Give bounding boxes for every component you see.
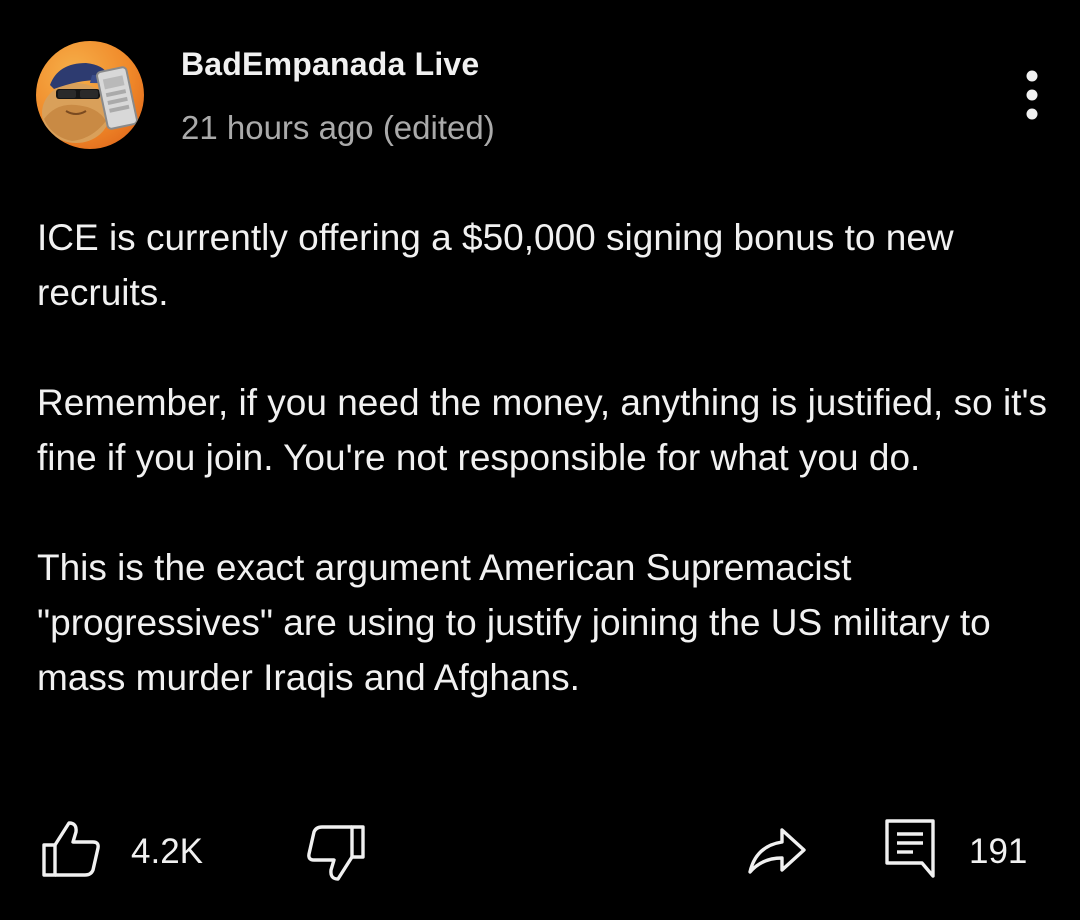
more-options-button[interactable] <box>1008 66 1056 124</box>
post-paragraph: Remember, if you need the money, anythin… <box>37 382 1048 478</box>
dislike-button[interactable] <box>305 822 367 884</box>
channel-avatar[interactable] <box>36 41 144 149</box>
comment-icon <box>885 819 935 878</box>
like-icon <box>42 821 100 877</box>
community-post: BadEmpanada Live 21 hours ago (edited) I… <box>0 0 1080 920</box>
like-button[interactable] <box>40 818 102 880</box>
comments-button[interactable] <box>884 818 936 880</box>
post-body: ICE is currently offering a $50,000 sign… <box>37 210 1047 705</box>
share-icon <box>748 828 806 874</box>
more-vert-icon <box>1026 70 1038 120</box>
like-count: 4.2K <box>131 832 203 871</box>
post-timestamp[interactable]: 21 hours ago (edited) <box>181 109 495 147</box>
post-paragraph: ICE is currently offering a $50,000 sign… <box>37 217 954 313</box>
channel-name[interactable]: BadEmpanada Live <box>181 46 479 83</box>
share-button[interactable] <box>746 822 808 878</box>
dislike-icon <box>307 825 365 881</box>
comment-count: 191 <box>969 832 1028 871</box>
avatar-image <box>36 41 144 149</box>
post-paragraph: This is the exact argument American Supr… <box>37 547 991 698</box>
